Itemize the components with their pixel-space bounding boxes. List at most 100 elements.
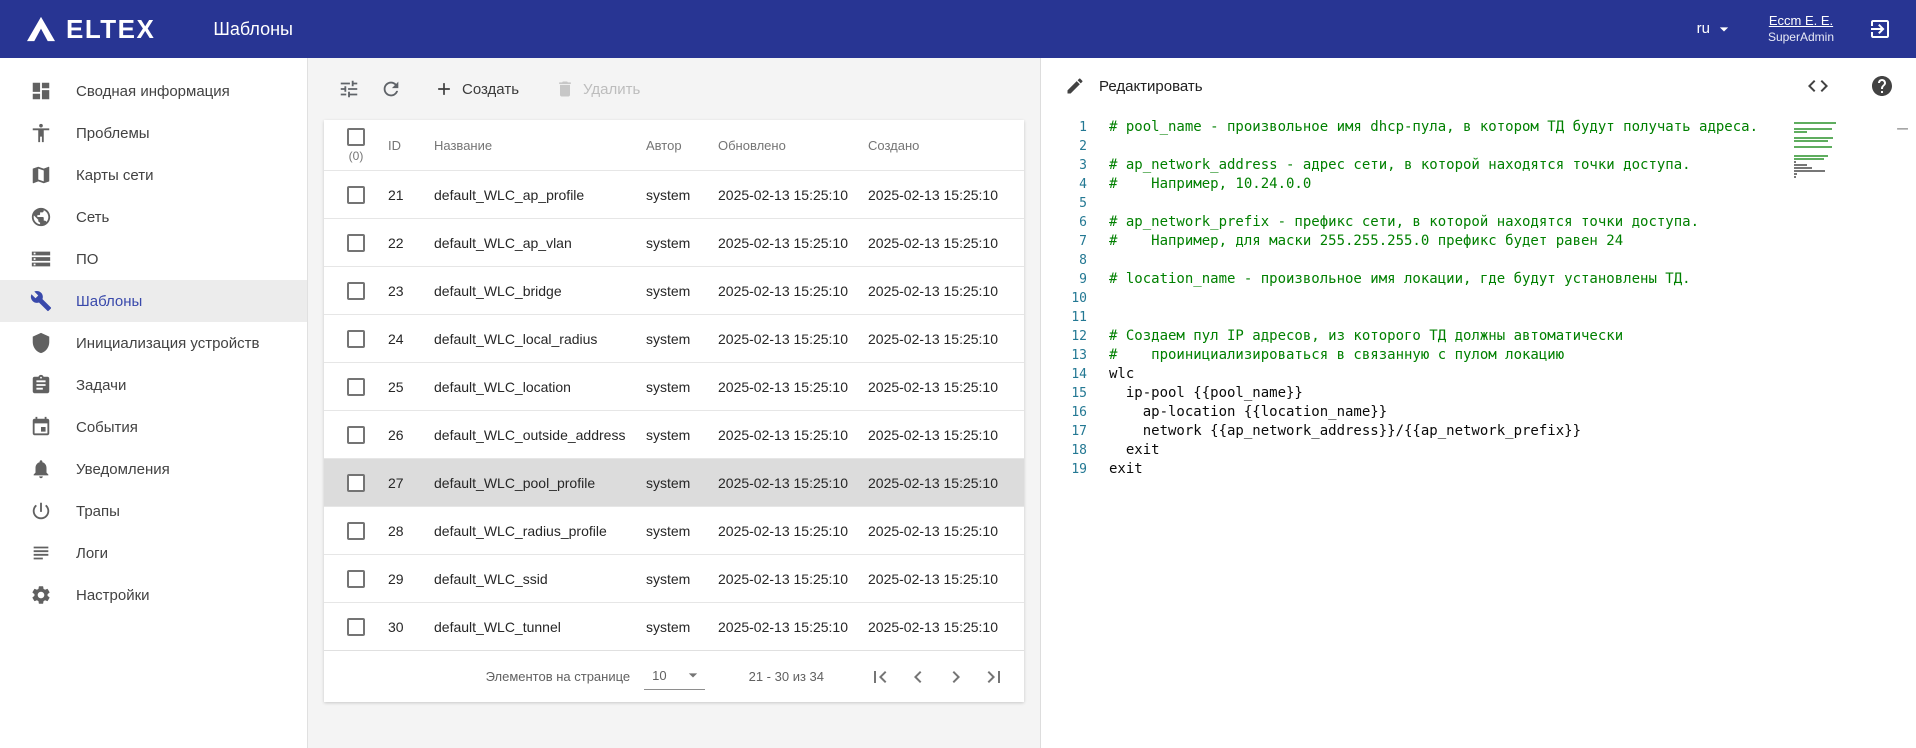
wrench-icon	[30, 290, 52, 312]
column-header-updated[interactable]: Обновлено	[718, 138, 868, 153]
logout-icon[interactable]	[1868, 17, 1892, 41]
cell-created: 2025-02-13 15:25:10	[868, 187, 1024, 203]
sidebar-item-summary[interactable]: Сводная информация	[0, 70, 307, 112]
sidebar-item-network-maps[interactable]: Карты сети	[0, 154, 307, 196]
minimap-slider[interactable]: –	[1897, 120, 1908, 138]
minimap[interactable]	[1794, 122, 1876, 179]
map-icon	[30, 164, 52, 186]
line-text: # Например, для маски 255.255.255.0 преф…	[1087, 232, 1623, 251]
refresh-icon[interactable]	[380, 78, 402, 100]
edit-button[interactable]: Редактировать	[1065, 76, 1203, 96]
sidebar-item-device-init[interactable]: Инициализация устройств	[0, 322, 307, 364]
code-lines: 1# pool_name - произвольное имя dhcp-пул…	[1041, 118, 1916, 479]
row-checkbox-cell	[324, 570, 388, 588]
cell-id: 22	[388, 235, 434, 251]
row-checkbox[interactable]	[347, 618, 365, 636]
table-row[interactable]: 29default_WLC_ssidsystem2025-02-13 15:25…	[324, 554, 1024, 602]
sidebar-item-label: Трапы	[76, 503, 120, 520]
row-checkbox[interactable]	[347, 522, 365, 540]
cell-id: 23	[388, 283, 434, 299]
create-button[interactable]: Создать	[434, 79, 519, 99]
list-toolbar: Создать Удалить	[308, 58, 1040, 120]
next-page-icon[interactable]	[944, 665, 968, 689]
cell-id: 27	[388, 475, 434, 491]
table-row[interactable]: 27default_WLC_pool_profilesystem2025-02-…	[324, 458, 1024, 506]
sidebar-item-notifications[interactable]: Уведомления	[0, 448, 307, 490]
last-page-icon[interactable]	[982, 665, 1006, 689]
cell-name: default_WLC_outside_address	[434, 427, 646, 443]
cell-created: 2025-02-13 15:25:10	[868, 571, 1024, 587]
templates-table: (0) ID Название Автор Обновлено Создано …	[324, 120, 1024, 702]
code-editor[interactable]: 1# pool_name - произвольное имя dhcp-пул…	[1041, 114, 1916, 748]
column-header-created[interactable]: Создано	[868, 138, 1024, 153]
row-checkbox[interactable]	[347, 282, 365, 300]
row-checkbox[interactable]	[347, 186, 365, 204]
sidebar-item-network[interactable]: Сеть	[0, 196, 307, 238]
sidebar-item-label: Сеть	[76, 209, 109, 226]
code-view-icon[interactable]	[1806, 74, 1830, 98]
table-row[interactable]: 21default_WLC_ap_profilesystem2025-02-13…	[324, 170, 1024, 218]
line-number: 1	[1041, 118, 1087, 137]
power-icon	[30, 500, 52, 522]
sidebar-item-settings[interactable]: Настройки	[0, 574, 307, 616]
line-text	[1087, 289, 1109, 308]
eltex-logo[interactable]: ELTEX	[24, 14, 155, 45]
code-line: 8	[1041, 251, 1916, 270]
table-row[interactable]: 22default_WLC_ap_vlansystem2025-02-13 15…	[324, 218, 1024, 266]
row-checkbox-cell	[324, 282, 388, 300]
sidebar-item-label: События	[76, 419, 138, 436]
per-page-select[interactable]: 10	[644, 663, 704, 690]
line-text: # проинициализироваться в связанную с пу…	[1087, 346, 1564, 365]
cell-created: 2025-02-13 15:25:10	[868, 379, 1024, 395]
line-text	[1087, 137, 1109, 156]
sidebar-item-problems[interactable]: Проблемы	[0, 112, 307, 154]
user-menu[interactable]: Eccm E. E. SuperAdmin	[1768, 13, 1834, 45]
minimap-line	[1794, 155, 1828, 157]
row-checkbox[interactable]	[347, 330, 365, 348]
row-checkbox[interactable]	[347, 378, 365, 396]
language-selector[interactable]: ru	[1697, 19, 1734, 39]
minimap-line	[1794, 128, 1832, 130]
cell-created: 2025-02-13 15:25:10	[868, 619, 1024, 635]
table-row[interactable]: 23default_WLC_bridgesystem2025-02-13 15:…	[324, 266, 1024, 314]
sidebar-item-tasks[interactable]: Задачи	[0, 364, 307, 406]
first-page-icon[interactable]	[868, 665, 892, 689]
sidebar-item-traps[interactable]: Трапы	[0, 490, 307, 532]
gear-icon	[30, 584, 52, 606]
per-page-label: Элементов на странице	[486, 669, 631, 684]
sidebar-item-software[interactable]: ПО	[0, 238, 307, 280]
column-header-name[interactable]: Название	[434, 138, 646, 153]
templates-list-panel: Создать Удалить (0) ID Название Автор Об…	[308, 58, 1040, 748]
table-row[interactable]: 25default_WLC_locationsystem2025-02-13 1…	[324, 362, 1024, 410]
row-checkbox[interactable]	[347, 474, 365, 492]
column-header-id[interactable]: ID	[388, 138, 434, 153]
table-row[interactable]: 28default_WLC_radius_profilesystem2025-0…	[324, 506, 1024, 554]
user-name[interactable]: Eccm E. E.	[1768, 13, 1834, 30]
cell-created: 2025-02-13 15:25:10	[868, 475, 1024, 491]
event-icon	[30, 416, 52, 438]
sidebar-item-events[interactable]: События	[0, 406, 307, 448]
delete-button[interactable]: Удалить	[555, 79, 640, 99]
table-row[interactable]: 24default_WLC_local_radiussystem2025-02-…	[324, 314, 1024, 362]
cell-updated: 2025-02-13 15:25:10	[718, 331, 868, 347]
row-checkbox[interactable]	[347, 426, 365, 444]
code-line: 6# ap_network_prefix - префикс сети, в к…	[1041, 213, 1916, 232]
line-text: exit	[1087, 460, 1143, 479]
chevron-down-icon	[1714, 19, 1734, 39]
table-row[interactable]: 30default_WLC_tunnelsystem2025-02-13 15:…	[324, 602, 1024, 650]
row-checkbox[interactable]	[347, 570, 365, 588]
minimap-line	[1794, 122, 1836, 124]
cell-updated: 2025-02-13 15:25:10	[718, 619, 868, 635]
previous-page-icon[interactable]	[906, 665, 930, 689]
cell-name: default_WLC_radius_profile	[434, 523, 646, 539]
pagination: Элементов на странице 10 21 - 30 из 34	[324, 650, 1024, 702]
sidebar-item-logs[interactable]: Логи	[0, 532, 307, 574]
table-row[interactable]: 26default_WLC_outside_addresssystem2025-…	[324, 410, 1024, 458]
filter-icon[interactable]	[338, 78, 360, 100]
help-icon[interactable]	[1870, 74, 1894, 98]
row-checkbox[interactable]	[347, 234, 365, 252]
select-all-checkbox[interactable]	[347, 128, 365, 146]
sidebar-item-templates[interactable]: Шаблоны	[0, 280, 307, 322]
line-number: 10	[1041, 289, 1087, 308]
column-header-author[interactable]: Автор	[646, 138, 718, 153]
